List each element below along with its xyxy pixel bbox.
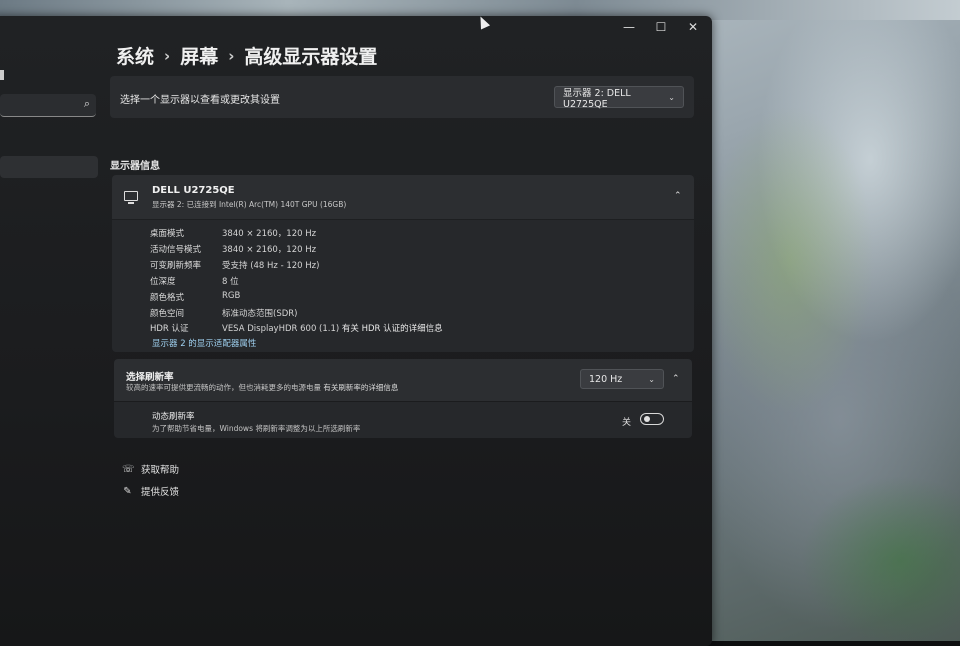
- chevron-down-icon: ⌄: [668, 92, 675, 102]
- chevron-right-icon: ›: [228, 46, 235, 65]
- hdr-cert-link[interactable]: 有关 HDR 认证的详细信息: [342, 324, 443, 334]
- info-key: HDR 认证: [150, 324, 189, 334]
- refresh-rate-info-link[interactable]: 有关刷新率的详细信息: [323, 383, 398, 392]
- select-display-card: 选择一个显示器以查看或更改其设置 显示器 2: DELL U2725QE ⌄: [110, 76, 694, 118]
- info-row: 桌面模式 3840 × 2160，120 Hz: [150, 227, 316, 239]
- get-help-link[interactable]: ☏ 获取帮助: [122, 462, 180, 477]
- dynamic-refresh-card: 动态刷新率 为了帮助节省电量，Windows 将刷新率调整为以上所选刷新率 关: [114, 402, 692, 438]
- info-key: 可变刷新频率: [150, 261, 202, 271]
- feedback-label: 提供反馈: [141, 487, 180, 498]
- maximize-icon[interactable]: ☐: [654, 20, 668, 34]
- breadcrumb-item-display[interactable]: 屏幕: [180, 42, 218, 69]
- chevron-up-icon[interactable]: ⌃: [672, 374, 680, 384]
- help-icon: ☏: [122, 463, 135, 475]
- info-value: RGB: [222, 291, 241, 301]
- refresh-rate-card: 选择刷新率 较高的速率可提供更流畅的动作，但也消耗更多的电源电量 有关刷新率的详…: [114, 359, 692, 401]
- info-row: 颜色格式 RGB: [150, 291, 240, 303]
- info-row: HDR 认证 VESA DisplayHDR 600 (1.1) 有关 HDR …: [150, 322, 443, 334]
- info-value: 3840 × 2160，120 Hz: [222, 229, 317, 239]
- adapter-properties-link[interactable]: 显示器 2 的显示适配器属性: [152, 337, 256, 349]
- info-value: 标准动态范围(SDR): [222, 309, 298, 319]
- refresh-rate-desc: 较高的速率可提供更流畅的动作，但也消耗更多的电源电量 有关刷新率的详细信息: [126, 382, 398, 393]
- feedback-link[interactable]: ✎ 提供反馈: [122, 484, 180, 499]
- refresh-rate-title: 选择刷新率: [126, 372, 174, 383]
- dynamic-refresh-title: 动态刷新率: [152, 412, 195, 422]
- info-value: VESA DisplayHDR 600 (1.1) 有关 HDR 认证的详细信息: [222, 322, 443, 334]
- info-row: 可变刷新频率 受支持 (48 Hz - 120 Hz): [150, 259, 319, 271]
- feedback-icon: ✎: [123, 485, 132, 497]
- display-info-header[interactable]: DELL U2725QE 显示器 2: 已连接到 Intel(R) Arc(TM…: [112, 175, 694, 219]
- info-key: 桌面模式: [150, 229, 185, 239]
- select-display-label: 选择一个显示器以查看或更改其设置: [120, 95, 280, 106]
- info-value: 3840 × 2160，120 Hz: [222, 245, 317, 255]
- search-icon[interactable]: ⌕: [84, 97, 90, 111]
- chevron-right-icon: ›: [164, 46, 171, 65]
- refresh-rate-dropdown[interactable]: 120 Hz ⌄: [580, 369, 664, 389]
- refresh-rate-value: 120 Hz: [589, 373, 623, 385]
- get-help-label: 获取帮助: [141, 465, 180, 476]
- display-select-dropdown[interactable]: 显示器 2: DELL U2725QE ⌄: [554, 86, 684, 110]
- display-select-value: 显示器 2: DELL U2725QE: [563, 87, 631, 110]
- monitor-name: DELL U2725QE: [152, 185, 235, 196]
- info-value: 受支持 (48 Hz - 120 Hz): [222, 261, 320, 271]
- window-controls: — ☐ ✕: [622, 20, 700, 34]
- toggle-knob: [644, 416, 650, 422]
- breadcrumb-item-system[interactable]: 系统: [116, 42, 154, 69]
- sidebar-fragment: [0, 70, 4, 80]
- dynamic-refresh-desc: 为了帮助节省电量，Windows 将刷新率调整为以上所选刷新率: [152, 424, 361, 433]
- page-title: 高级显示器设置: [244, 46, 378, 68]
- breadcrumb: 系统 › 屏幕 › 高级显示器设置: [116, 42, 377, 69]
- hdr-cert-value: VESA DisplayHDR 600 (1.1): [222, 324, 340, 334]
- minimize-icon[interactable]: —: [622, 20, 636, 34]
- info-row: 位深度 8 位: [150, 275, 239, 287]
- sidebar-item-selected[interactable]: [0, 156, 98, 178]
- monitor-connection: 显示器 2: 已连接到 Intel(R) Arc(TM) 140T GPU (1…: [152, 200, 347, 209]
- display-info-body: 桌面模式 3840 × 2160，120 Hz 活动信号模式 3840 × 21…: [112, 220, 694, 352]
- info-key: 颜色空间: [150, 309, 185, 319]
- dynamic-refresh-toggle[interactable]: [640, 413, 664, 425]
- sidebar-search-input[interactable]: ⌕: [0, 94, 96, 117]
- chevron-up-icon[interactable]: ⌃: [674, 191, 682, 201]
- refresh-rate-desc-text: 较高的速率可提供更流畅的动作，但也消耗更多的电源电量: [126, 383, 321, 392]
- info-row: 颜色空间 标准动态范围(SDR): [150, 307, 297, 319]
- info-key: 位深度: [150, 277, 176, 287]
- toggle-state-label: 关: [622, 418, 632, 428]
- monitor-icon: [124, 191, 138, 204]
- info-key: 活动信号模式: [150, 245, 202, 255]
- info-value: 8 位: [222, 277, 239, 287]
- close-icon[interactable]: ✕: [686, 20, 700, 34]
- info-key: 颜色格式: [150, 293, 185, 303]
- info-row: 活动信号模式 3840 × 2160，120 Hz: [150, 243, 316, 255]
- display-info-section-title: 显示器信息: [110, 161, 160, 172]
- chevron-down-icon: ⌄: [648, 374, 655, 384]
